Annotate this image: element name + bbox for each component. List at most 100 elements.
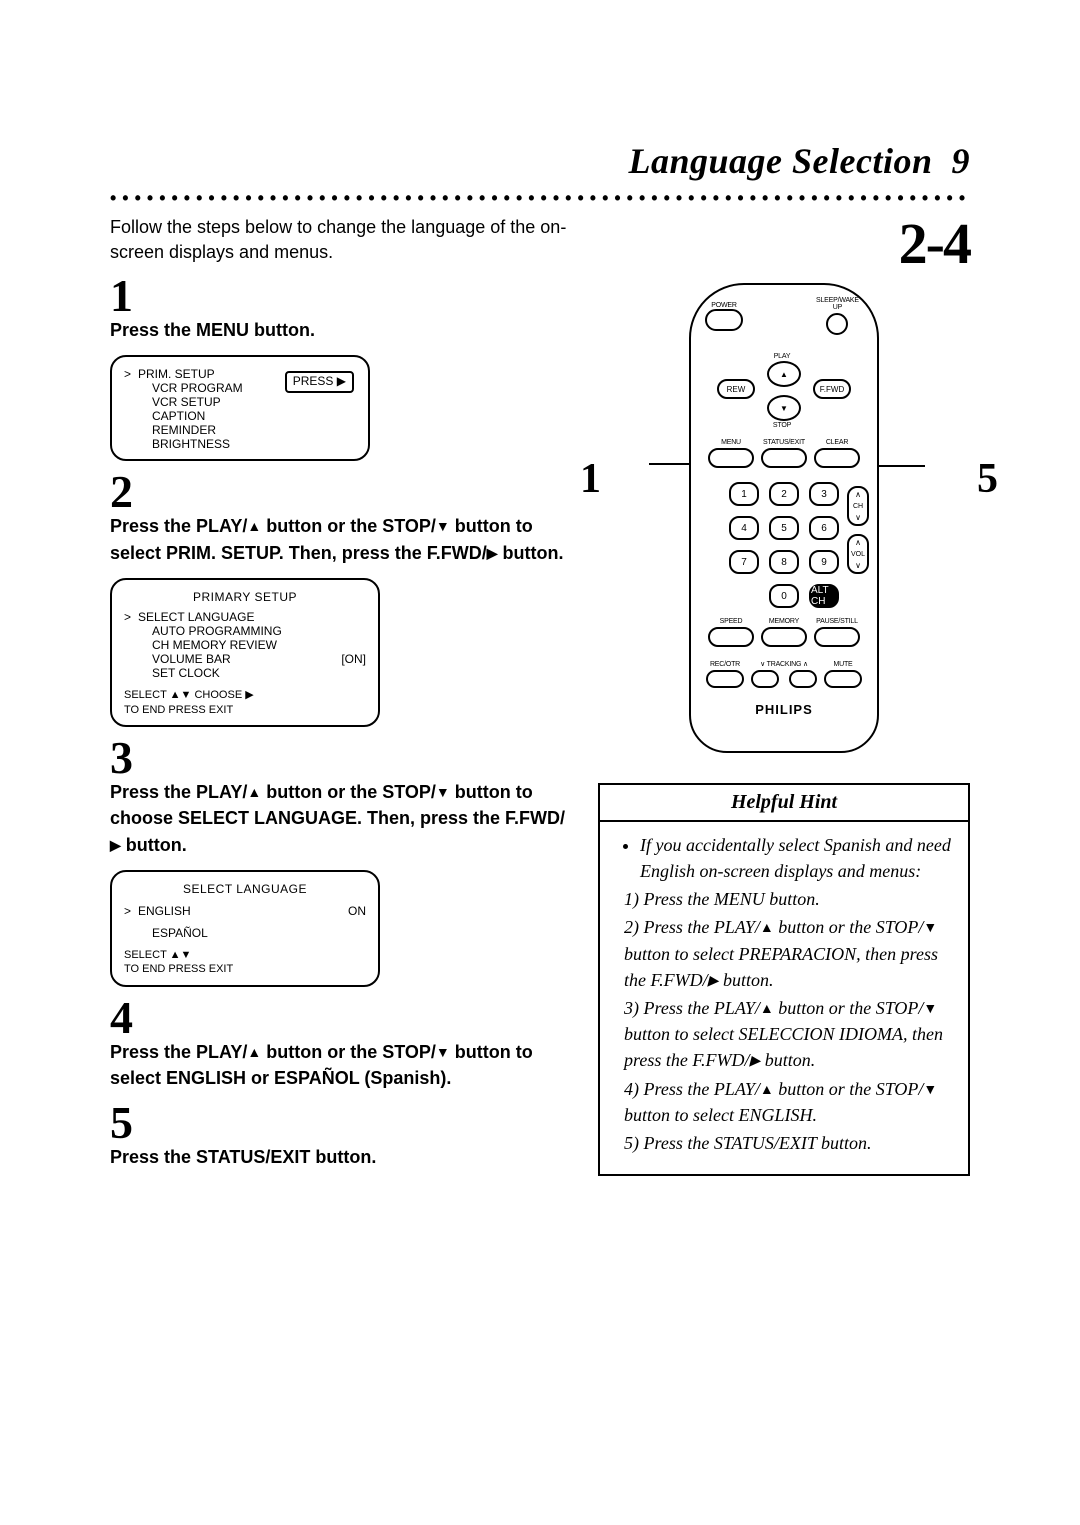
num-6-button[interactable]: 6: [809, 516, 839, 540]
num-5-button[interactable]: 5: [769, 516, 799, 540]
up-triangle-icon: ▲: [247, 516, 261, 536]
sleep-button[interactable]: [826, 313, 848, 335]
callout-line: [649, 463, 689, 465]
osd2-item: VOLUME BAR: [138, 652, 341, 666]
power-label: POWER: [705, 302, 743, 309]
play-button[interactable]: ▲: [767, 361, 801, 387]
power-area: POWER: [705, 302, 743, 331]
remote-top-row: POWER SLEEP/WAKE UP: [705, 297, 863, 335]
osd2-state: [ON]: [341, 652, 366, 666]
page: Language Selection 9 •••••••••••••••••••…: [0, 0, 1080, 1236]
power-button[interactable]: [705, 309, 743, 331]
osd1-item: VCR SETUP: [138, 395, 356, 409]
osd-press-button: PRESS ▶: [285, 371, 354, 393]
altch-button[interactable]: ALT CH: [809, 584, 839, 608]
down-triangle-icon: ▼: [436, 516, 450, 536]
down-triangle-icon: ▼: [436, 782, 450, 802]
ch-rocker[interactable]: ∧CH∨: [847, 486, 869, 526]
menu-button[interactable]: [708, 448, 754, 468]
callout-left-num: 1: [580, 458, 601, 500]
hint-line-4: 4) Press the PLAY/▲ button or the STOP/▼…: [624, 1076, 954, 1128]
osd-main-menu: PRESS ▶ >PRIM. SETUP VCR PROGRAM VCR SET…: [110, 355, 370, 461]
hint-line-5: 5) Press the STATUS/EXIT button.: [624, 1130, 954, 1156]
sleep-label: SLEEP/WAKE UP: [812, 297, 863, 311]
side-keys: ∧CH∨ ∧VOL∨: [847, 486, 869, 574]
number-grid: 1 2 3 4 5 6 7 8 9 0 ALT CH: [729, 482, 839, 608]
spd-row: SPEED MEMORY PAUSE/STILL: [705, 618, 863, 647]
num-1-button[interactable]: 1: [729, 482, 759, 506]
num-3-button[interactable]: 3: [809, 482, 839, 506]
hint-line-3: 3) Press the PLAY/▲ button or the STOP/▼…: [624, 995, 954, 1074]
osd2-footer: SELECT ▲▼ CHOOSE ▶ TO END PRESS EXIT: [124, 688, 366, 718]
hint-lead: If you accidentally select Spanish and n…: [640, 832, 954, 884]
num-2-button[interactable]: 2: [769, 482, 799, 506]
rew-button[interactable]: REW: [717, 379, 755, 399]
step-2-head: Press the PLAY/▲ button or the STOP/▼ bu…: [110, 513, 570, 565]
hint-title: Helpful Hint: [600, 785, 968, 822]
osd2-item: SELECT LANGUAGE: [138, 610, 366, 624]
right-triangle-icon: ▶: [110, 835, 121, 855]
step-3-number: 3: [110, 735, 570, 781]
osd1-item: BRIGHTNESS: [138, 437, 356, 451]
num-0-button[interactable]: 0: [769, 584, 799, 608]
osd1-item: CAPTION: [138, 409, 356, 423]
right-triangle-icon: ▶: [487, 543, 498, 563]
brand-label: PHILIPS: [705, 702, 863, 717]
osd3-title: SELECT LANGUAGE: [124, 882, 366, 896]
title-text: Language Selection: [629, 141, 933, 181]
clear-button[interactable]: [814, 448, 860, 468]
osd2-item: AUTO PROGRAMMING: [138, 624, 366, 638]
step-3-head: Press the PLAY/▲ button or the STOP/▼ bu…: [110, 779, 570, 857]
osd3-item: ENGLISH: [138, 904, 348, 918]
step-1-head: Press the MENU button.: [110, 317, 570, 343]
divider-dots: ••••••••••••••••••••••••••••••••••••••••…: [110, 188, 970, 209]
remote-figure: 1 5 POWER SLEEP/WAKE UP: [598, 283, 970, 753]
menu-row: MENU STATUS/EXIT CLEAR: [705, 439, 863, 468]
num-8-button[interactable]: 8: [769, 550, 799, 574]
transport-cluster: PLAY▲ REW F.FWD ▼STOP: [705, 361, 863, 433]
ffwd-button[interactable]: F.FWD: [813, 379, 851, 399]
hint-line-2: 2) Press the PLAY/▲ button or the STOP/▼…: [624, 914, 954, 993]
osd2-item: CH MEMORY REVIEW: [138, 638, 366, 652]
remote-control: POWER SLEEP/WAKE UP PLAY▲ REW F.FWD: [689, 283, 879, 753]
intro-text: Follow the steps below to change the lan…: [110, 215, 570, 265]
num-7-button[interactable]: 7: [729, 550, 759, 574]
vol-rocker[interactable]: ∧VOL∨: [847, 534, 869, 574]
status-exit-button[interactable]: [761, 448, 807, 468]
hint-body: If you accidentally select Spanish and n…: [600, 822, 968, 1174]
step-4-number: 4: [110, 995, 570, 1041]
osd2-title: PRIMARY SETUP: [124, 590, 366, 604]
osd3-item: ESPAÑOL: [138, 926, 366, 940]
num-9-button[interactable]: 9: [809, 550, 839, 574]
tracking-down-button[interactable]: [751, 670, 779, 688]
osd1-item: REMINDER: [138, 423, 356, 437]
memory-button[interactable]: [761, 627, 807, 647]
down-triangle-icon: ▼: [436, 1042, 450, 1062]
speed-button[interactable]: [708, 627, 754, 647]
recotr-button[interactable]: [706, 670, 744, 688]
stop-button[interactable]: ▼: [767, 395, 801, 421]
osd3-state: ON: [348, 904, 366, 918]
osd2-item: SET CLOCK: [138, 666, 366, 680]
up-triangle-icon: ▲: [247, 1042, 261, 1062]
step-5-number: 5: [110, 1100, 570, 1146]
num-4-button[interactable]: 4: [729, 516, 759, 540]
osd3-footer: SELECT ▲▼ TO END PRESS EXIT: [124, 948, 366, 978]
step-2-number: 2: [110, 469, 570, 515]
mute-button[interactable]: [824, 670, 862, 688]
callout-line: [879, 465, 925, 467]
tracking-up-button[interactable]: [789, 670, 817, 688]
helpful-hint: Helpful Hint If you accidentally select …: [598, 783, 970, 1176]
up-triangle-icon: ▲: [247, 782, 261, 802]
step-5-head: Press the STATUS/EXIT button.: [110, 1144, 570, 1170]
page-number: 9: [952, 141, 971, 181]
pause-button[interactable]: [814, 627, 860, 647]
step-1-number: 1: [110, 273, 570, 319]
columns: Follow the steps below to change the lan…: [110, 215, 970, 1176]
right-column: 2-4 1 5 POWER SLEEP/WAKE UP: [598, 215, 970, 1176]
osd-select-language: SELECT LANGUAGE >ENGLISHON ESPAÑOL SELEC…: [110, 870, 380, 988]
left-column: Follow the steps below to change the lan…: [110, 215, 570, 1176]
osd-primary-setup: PRIMARY SETUP >SELECT LANGUAGE AUTO PROG…: [110, 578, 380, 728]
step-4-head: Press the PLAY/▲ button or the STOP/▼ bu…: [110, 1039, 570, 1091]
page-title: Language Selection 9: [110, 140, 970, 182]
